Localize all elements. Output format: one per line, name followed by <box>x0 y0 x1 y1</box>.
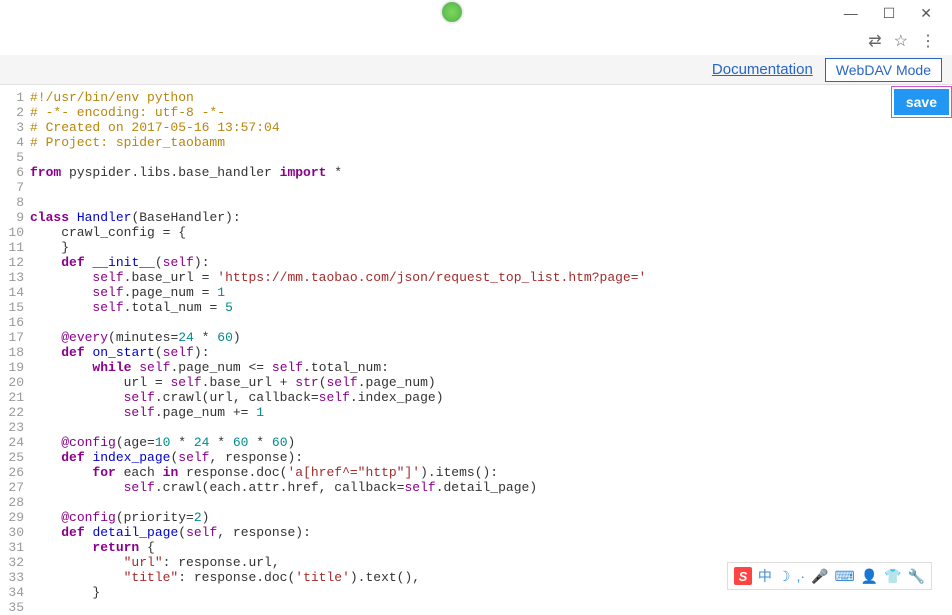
close-icon[interactable]: ✕ <box>920 5 932 22</box>
code-line[interactable] <box>30 150 952 165</box>
code-line[interactable]: self.base_url = 'https://mm.taobao.com/j… <box>30 270 952 285</box>
line-number: 31 <box>0 540 24 555</box>
app-header: Documentation WebDAV Mode <box>0 55 952 85</box>
ime-toolbar: S 中 ☽ ,· 🎤 ⌨ 👤 👕 🔧 <box>727 562 932 590</box>
line-number: 1 <box>0 90 24 105</box>
code-line[interactable]: # Project: spider_taobamm <box>30 135 952 150</box>
line-number: 8 <box>0 195 24 210</box>
minimize-icon[interactable]: — <box>844 5 858 22</box>
code-line[interactable]: @config(age=10 * 24 * 60 * 60) <box>30 435 952 450</box>
line-number: 20 <box>0 375 24 390</box>
line-number: 23 <box>0 420 24 435</box>
line-number: 25 <box>0 450 24 465</box>
code-line[interactable]: self.page_num = 1 <box>30 285 952 300</box>
ime-person-icon[interactable]: 👤 <box>861 568 878 585</box>
code-editor[interactable]: 1234567891011121314151617181920212223242… <box>0 90 952 610</box>
line-number: 30 <box>0 525 24 540</box>
window-controls: — ☐ ✕ <box>824 0 952 27</box>
line-number: 26 <box>0 465 24 480</box>
line-number: 33 <box>0 570 24 585</box>
translate-icon[interactable]: ⇄ <box>868 31 881 51</box>
line-number: 16 <box>0 315 24 330</box>
line-number: 24 <box>0 435 24 450</box>
code-line[interactable]: self.crawl(url, callback=self.index_page… <box>30 390 952 405</box>
ime-lang-icon[interactable]: 中 <box>758 566 772 586</box>
line-number: 14 <box>0 285 24 300</box>
code-line[interactable]: while self.page_num <= self.total_num: <box>30 360 952 375</box>
code-line[interactable]: def __init__(self): <box>30 255 952 270</box>
line-number: 19 <box>0 360 24 375</box>
code-line[interactable]: return { <box>30 540 952 555</box>
line-number: 4 <box>0 135 24 150</box>
ime-keyboard-icon[interactable]: ⌨ <box>834 568 854 585</box>
line-number: 10 <box>0 225 24 240</box>
line-number: 3 <box>0 120 24 135</box>
code-line[interactable]: crawl_config = { <box>30 225 952 240</box>
code-line[interactable] <box>30 495 952 510</box>
code-line[interactable]: from pyspider.libs.base_handler import * <box>30 165 952 180</box>
code-line[interactable]: url = self.base_url + str(self.page_num) <box>30 375 952 390</box>
code-line[interactable]: } <box>30 240 952 255</box>
documentation-link[interactable]: Documentation <box>712 61 813 78</box>
code-line[interactable]: for each in response.doc('a[href^="http"… <box>30 465 952 480</box>
ime-mic-icon[interactable]: 🎤 <box>811 568 828 585</box>
line-number: 29 <box>0 510 24 525</box>
ime-skin-icon[interactable]: 👕 <box>884 568 901 585</box>
line-number: 11 <box>0 240 24 255</box>
code-line[interactable]: # -*- encoding: utf-8 -*- <box>30 105 952 120</box>
code-line[interactable] <box>30 420 952 435</box>
code-line[interactable]: self.crawl(each.attr.href, callback=self… <box>30 480 952 495</box>
code-line[interactable]: def detail_page(self, response): <box>30 525 952 540</box>
code-content[interactable]: #!/usr/bin/env python# -*- encoding: utf… <box>30 90 952 610</box>
menu-icon[interactable]: ⋮ <box>920 31 936 51</box>
code-line[interactable]: self.page_num += 1 <box>30 405 952 420</box>
line-gutter: 1234567891011121314151617181920212223242… <box>0 90 30 610</box>
line-number: 2 <box>0 105 24 120</box>
line-number: 9 <box>0 210 24 225</box>
code-line[interactable]: # Created on 2017-05-16 13:57:04 <box>30 120 952 135</box>
ime-punct-icon[interactable]: ,· <box>796 568 805 584</box>
code-line[interactable]: def index_page(self, response): <box>30 450 952 465</box>
ime-logo-icon[interactable]: S <box>734 567 752 585</box>
line-number: 32 <box>0 555 24 570</box>
code-line[interactable]: def on_start(self): <box>30 345 952 360</box>
line-number: 12 <box>0 255 24 270</box>
line-number: 28 <box>0 495 24 510</box>
line-number: 34 <box>0 585 24 600</box>
code-line[interactable]: class Handler(BaseHandler): <box>30 210 952 225</box>
line-number: 13 <box>0 270 24 285</box>
line-number: 5 <box>0 150 24 165</box>
line-number: 7 <box>0 180 24 195</box>
code-line[interactable] <box>30 180 952 195</box>
code-line[interactable] <box>30 315 952 330</box>
code-line[interactable]: @config(priority=2) <box>30 510 952 525</box>
line-number: 21 <box>0 390 24 405</box>
code-line[interactable]: #!/usr/bin/env python <box>30 90 952 105</box>
maximize-icon[interactable]: ☐ <box>883 5 896 22</box>
line-number: 18 <box>0 345 24 360</box>
line-number: 27 <box>0 480 24 495</box>
line-number: 35 <box>0 600 24 615</box>
line-number: 22 <box>0 405 24 420</box>
bookmark-star-icon[interactable]: ☆ <box>894 31 908 51</box>
line-number: 6 <box>0 165 24 180</box>
webdav-mode-button[interactable]: WebDAV Mode <box>825 58 942 82</box>
code-line[interactable]: self.total_num = 5 <box>30 300 952 315</box>
browser-toolbar: ⇄ ☆ ⋮ <box>862 25 942 57</box>
code-line[interactable] <box>30 600 952 615</box>
ime-moon-icon[interactable]: ☽ <box>778 568 791 585</box>
line-number: 15 <box>0 300 24 315</box>
line-number: 17 <box>0 330 24 345</box>
code-line[interactable] <box>30 195 952 210</box>
browser-tab-icon <box>440 0 464 24</box>
ime-settings-icon[interactable]: 🔧 <box>908 568 925 585</box>
code-line[interactable]: @every(minutes=24 * 60) <box>30 330 952 345</box>
